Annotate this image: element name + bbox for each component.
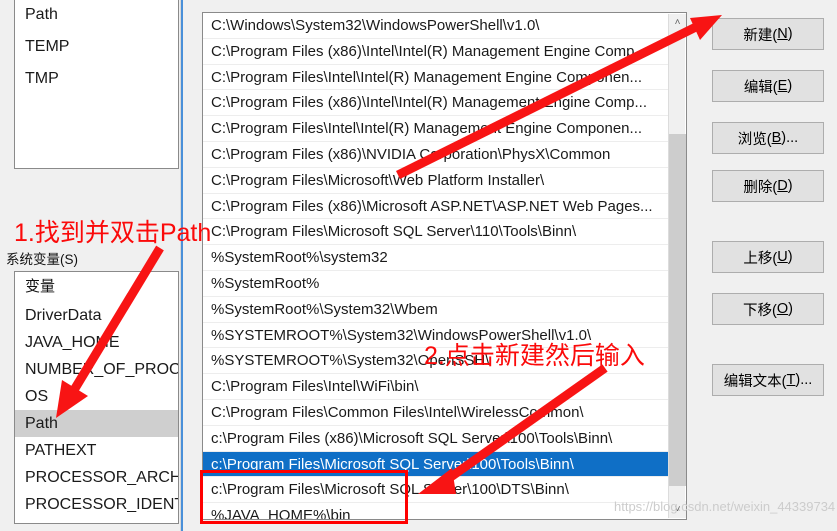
- button-mnemonic: D: [777, 178, 788, 194]
- path-entry[interactable]: C:\Program Files\Common Files\Intel\Wire…: [203, 400, 669, 426]
- path-entry[interactable]: C:\Program Files\Intel\WiFi\bin\: [203, 374, 669, 400]
- button-label-suffix: ): [787, 249, 793, 265]
- path-entries-list[interactable]: C:\Windows\System32\WindowsPowerShell\v1…: [202, 12, 687, 520]
- path-entry[interactable]: C:\Program Files\Microsoft SQL Server\11…: [203, 219, 669, 246]
- button-label: 删除(: [743, 179, 778, 196]
- path-entry[interactable]: %SystemRoot%\System32\Wbem: [203, 297, 669, 323]
- path-entry[interactable]: %SystemRoot%: [203, 271, 669, 297]
- button-label: 下移(: [743, 302, 777, 319]
- path-entry[interactable]: C:\Program Files (x86)\Intel\Intel(R) Ma…: [203, 39, 669, 65]
- system-variables-list[interactable]: 变量 DriverData JAVA_HOME NUMBER_OF_PROCES…: [14, 271, 179, 524]
- button-label-suffix: ): [787, 78, 793, 94]
- path-entry[interactable]: C:\Program Files (x86)\Microsoft ASP.NET…: [203, 194, 669, 220]
- button-label-suffix: )...: [781, 130, 799, 146]
- path-entry[interactable]: C:\Program Files (x86)\Intel\Intel(R) Ma…: [203, 90, 669, 117]
- button-label-suffix: ): [788, 301, 793, 317]
- scrollbar-thumb[interactable]: [669, 134, 686, 486]
- path-entry[interactable]: %SystemRoot%\system32: [203, 245, 669, 271]
- button-label: 浏览(: [737, 131, 772, 148]
- button-mnemonic: E: [777, 78, 788, 94]
- annotation-step-1: 1.找到并双击Path: [14, 219, 212, 247]
- button-mnemonic: B: [771, 130, 782, 146]
- path-entry[interactable]: C:\Program Files\Intel\Intel(R) Manageme…: [203, 116, 669, 142]
- list-item[interactable]: PROCESSOR_IDENTIFIE: [15, 491, 178, 518]
- path-entry[interactable]: C:\Program Files\Microsoft\Web Platform …: [203, 168, 669, 194]
- button-label: 编辑(: [743, 79, 778, 96]
- list-item[interactable]: TMP: [15, 63, 178, 95]
- list-item[interactable]: Path: [15, 0, 178, 31]
- path-list-scrollbar[interactable]: ˄ ˅: [668, 14, 686, 518]
- system-variables-label: 系统变量(S): [6, 252, 78, 267]
- button-mnemonic: O: [776, 301, 789, 317]
- list-item[interactable]: JAVA_HOME: [15, 329, 178, 356]
- list-item[interactable]: PATHEXT: [15, 437, 178, 464]
- button-mnemonic: T: [786, 372, 796, 388]
- list-item-path[interactable]: Path: [15, 410, 178, 437]
- button-mnemonic: U: [777, 249, 788, 265]
- delete-button[interactable]: 删除(D): [712, 170, 824, 202]
- scroll-up-arrow-icon[interactable]: ˄: [669, 14, 686, 31]
- path-entry[interactable]: C:\Program Files\Intel\Intel(R) Manageme…: [203, 65, 669, 91]
- watermark-text: https://blog.csdn.net/weixin_44339734: [614, 499, 836, 514]
- button-label: 编辑文本(: [723, 373, 787, 390]
- list-item[interactable]: DriverData: [15, 302, 178, 329]
- move-down-button[interactable]: 下移(O): [712, 293, 824, 325]
- annotation-highlight-box: [200, 470, 408, 524]
- edit-button[interactable]: 编辑(E): [712, 70, 824, 102]
- annotation-step-2: 2.点击新建然后输入: [424, 342, 645, 370]
- path-entry[interactable]: c:\Program Files (x86)\Microsoft SQL Ser…: [203, 426, 669, 452]
- button-label-suffix: ): [787, 178, 793, 194]
- column-header-variable: 变量: [25, 278, 56, 295]
- button-label-suffix: )...: [795, 372, 813, 388]
- path-entry[interactable]: C:\Windows\System32\WindowsPowerShell\v1…: [203, 13, 669, 39]
- list-item[interactable]: PROCESSOR_ARCHITE: [15, 464, 178, 491]
- edit-text-button[interactable]: 编辑文本(T)...: [712, 364, 824, 396]
- list-item[interactable]: NUMBER_OF_PROCES: [15, 356, 178, 383]
- edit-environment-variable-dialog: C:\Windows\System32\WindowsPowerShell\v1…: [183, 0, 837, 531]
- new-button[interactable]: 新建(N): [712, 18, 824, 50]
- button-label-suffix: ): [787, 26, 793, 42]
- list-item[interactable]: TEMP: [15, 31, 178, 63]
- move-up-button[interactable]: 上移(U): [712, 241, 824, 273]
- button-label: 新建(: [743, 27, 778, 44]
- screenshot-root: OneDrive Path TEMP TMP 系统变量(S) 变量 Driver…: [0, 0, 837, 531]
- button-mnemonic: N: [777, 26, 788, 42]
- path-entry[interactable]: C:\Program Files (x86)\NVIDIA Corporatio…: [203, 142, 669, 168]
- path-entries-viewport: C:\Windows\System32\WindowsPowerShell\v1…: [203, 13, 669, 519]
- browse-button[interactable]: 浏览(B)...: [712, 122, 824, 154]
- user-variables-list[interactable]: OneDrive Path TEMP TMP: [14, 0, 179, 169]
- list-item[interactable]: OS: [15, 383, 178, 410]
- button-label: 上移(: [743, 250, 778, 267]
